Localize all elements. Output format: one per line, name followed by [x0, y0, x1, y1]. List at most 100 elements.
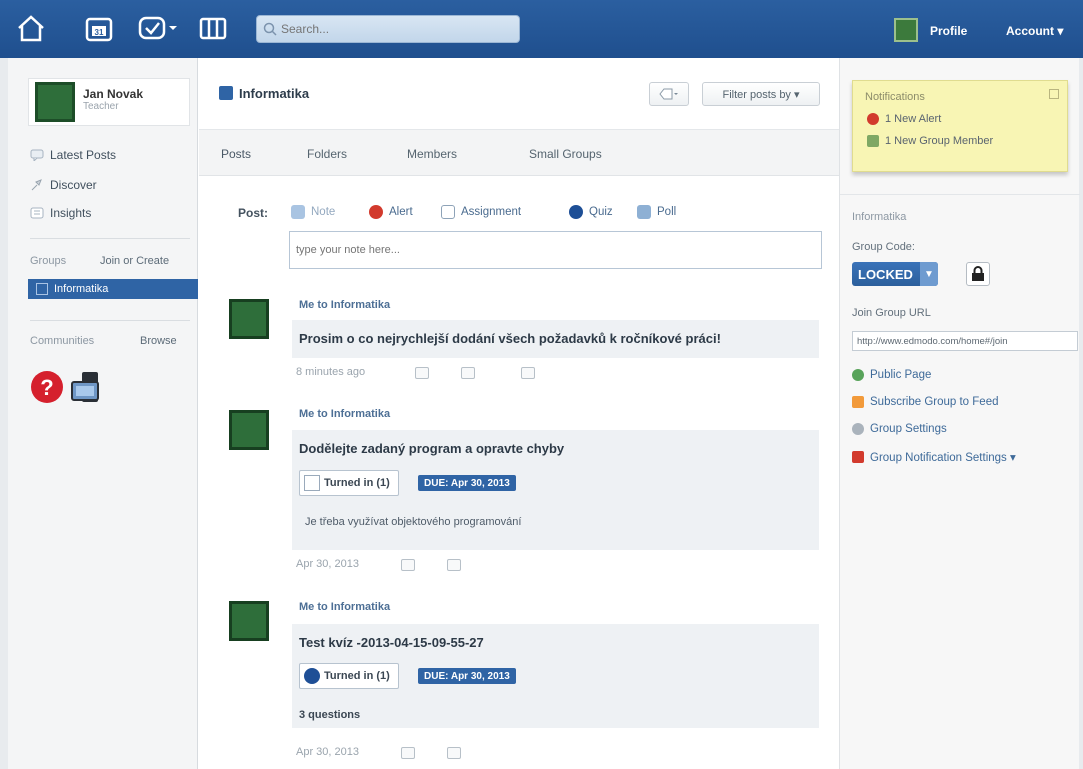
join-url-label: Join Group URL [852, 307, 931, 319]
browse-link[interactable]: Browse [140, 335, 177, 347]
quiz-icon [569, 205, 583, 219]
tab-folders[interactable]: Folders [307, 147, 347, 161]
chevron-down-icon: ▼ [920, 262, 938, 286]
post-meta[interactable]: Me to Informatika [299, 299, 390, 311]
reply-icon[interactable] [415, 367, 429, 379]
group-tabs: Posts Folders Members Small Groups [199, 130, 839, 176]
group-settings-link[interactable]: Group Settings [852, 423, 947, 435]
lock-button[interactable] [966, 262, 990, 286]
avatar [35, 82, 75, 122]
reply-icon[interactable] [401, 559, 415, 571]
post-text: Dodělejte zadaný program a opravte chyby [299, 441, 565, 456]
post-description: 3 questions [299, 709, 361, 721]
post-type-poll[interactable]: Poll [637, 205, 676, 219]
post-text: Test kvíz -2013-04-15-09-55-27 [299, 635, 484, 650]
help-icon[interactable]: ? [30, 370, 64, 404]
note-input[interactable] [289, 231, 822, 269]
turned-in-button[interactable]: Turned in (1) [299, 663, 399, 689]
more-options-icon[interactable] [521, 367, 535, 379]
public-page-link[interactable]: Public Page [852, 369, 931, 381]
divider [30, 238, 190, 239]
user-card[interactable]: Jan Novak Teacher [28, 78, 190, 126]
sidebar-item-label: Latest Posts [50, 148, 117, 162]
lock-icon [972, 266, 984, 281]
top-navigation-bar: 31 Profile Account ▾ [0, 0, 1083, 58]
sidebar-item-informatika[interactable]: Informatika [28, 279, 198, 299]
tag-icon[interactable] [461, 367, 475, 379]
post-meta[interactable]: Me to Informatika [299, 408, 390, 420]
group-label: Informatika [54, 283, 109, 295]
notification-member[interactable]: 1 New Group Member [867, 135, 993, 147]
speech-bubble-icon [30, 149, 44, 161]
sidebar-item-insights[interactable]: Insights [30, 204, 91, 222]
new-member-icon [867, 135, 879, 147]
post-type-note[interactable]: Note [291, 205, 335, 219]
discover-icon [31, 179, 42, 191]
sidebar-item-label: Discover [50, 178, 97, 192]
close-icon[interactable] [1049, 89, 1059, 99]
quiz-icon [304, 668, 320, 684]
due-date-badge: DUE: Apr 30, 2013 [418, 668, 516, 684]
group-feed: Informatika Filter posts by ▾ Posts Fold… [199, 58, 839, 769]
page-title: Informatika [239, 86, 310, 101]
assignment-icon [441, 205, 455, 219]
account-menu[interactable]: Account ▾ [1006, 24, 1063, 38]
divider [840, 194, 1080, 195]
assignment-icon [304, 475, 320, 491]
user-role: Teacher [83, 101, 119, 112]
group-name: Informatika [852, 211, 907, 223]
alert-icon [369, 205, 383, 219]
note-icon [291, 205, 305, 219]
calendar-icon[interactable]: 31 [82, 12, 116, 44]
due-date-badge: DUE: Apr 30, 2013 [418, 475, 516, 491]
join-or-create-link[interactable]: Join or Create [100, 255, 169, 267]
post-text: Prosim o co nejrychlejší dodání všech po… [299, 331, 721, 346]
search-box[interactable] [256, 15, 520, 43]
gear-icon [852, 423, 864, 435]
globe-icon [852, 369, 864, 381]
post-type-alert[interactable]: Alert [369, 205, 413, 219]
groups-label: Groups [30, 255, 67, 267]
notifications-panel: Notifications 1 New Alert 1 New Group Me… [852, 80, 1068, 172]
join-url-field[interactable] [852, 331, 1078, 351]
right-sidebar: Notifications 1 New Alert 1 New Group Me… [839, 58, 1080, 769]
tab-small-groups[interactable]: Small Groups [529, 147, 602, 161]
post-type-assignment[interactable]: Assignment [441, 205, 521, 219]
group-color-icon [36, 283, 48, 295]
main-area: Jan Novak Teacher Latest Posts Discover … [8, 58, 1080, 769]
notification-settings-link[interactable]: Group Notification Settings ▾ [852, 450, 1016, 464]
notifications-title: Notifications [865, 91, 925, 103]
tab-members[interactable]: Members [407, 147, 457, 161]
post-timestamp: Apr 30, 2013 [296, 746, 359, 758]
top-avatar[interactable] [894, 18, 918, 42]
group-header: Informatika Filter posts by ▾ [199, 58, 839, 130]
tools-icon [852, 451, 864, 463]
post-meta[interactable]: Me to Informatika [299, 601, 390, 613]
group-code-dropdown[interactable]: LOCKED ▼ [852, 262, 938, 286]
post-timestamp: 8 minutes ago [296, 366, 366, 378]
sidebar-item-label: Insights [50, 206, 92, 220]
tag-icon [659, 88, 678, 100]
sidebar-item-discover[interactable]: Discover [30, 176, 97, 194]
alert-icon [867, 113, 879, 125]
profile-link[interactable]: Profile [930, 24, 967, 38]
assignments-icon[interactable] [136, 12, 180, 44]
tag-icon[interactable] [447, 559, 461, 571]
divider [30, 320, 190, 321]
post-type-quiz[interactable]: Quiz [569, 205, 613, 219]
tab-posts[interactable]: Posts [221, 147, 251, 161]
tag-filter-button[interactable] [649, 82, 689, 106]
mobile-app-icon[interactable] [70, 370, 106, 406]
notification-alert[interactable]: 1 New Alert [867, 113, 941, 125]
search-input[interactable] [281, 22, 511, 36]
group-code-label: Group Code: [852, 241, 915, 253]
filter-posts-dropdown[interactable]: Filter posts by ▾ [702, 82, 820, 106]
sidebar-item-latest-posts[interactable]: Latest Posts [30, 146, 116, 164]
library-icon[interactable] [196, 12, 230, 44]
turned-in-button[interactable]: Turned in (1) [299, 470, 399, 496]
post-description: Je třeba využívat objektového programová… [305, 516, 522, 528]
home-icon[interactable] [14, 12, 48, 44]
reply-icon[interactable] [401, 747, 415, 759]
tag-icon[interactable] [447, 747, 461, 759]
subscribe-feed-link[interactable]: Subscribe Group to Feed [852, 396, 999, 408]
